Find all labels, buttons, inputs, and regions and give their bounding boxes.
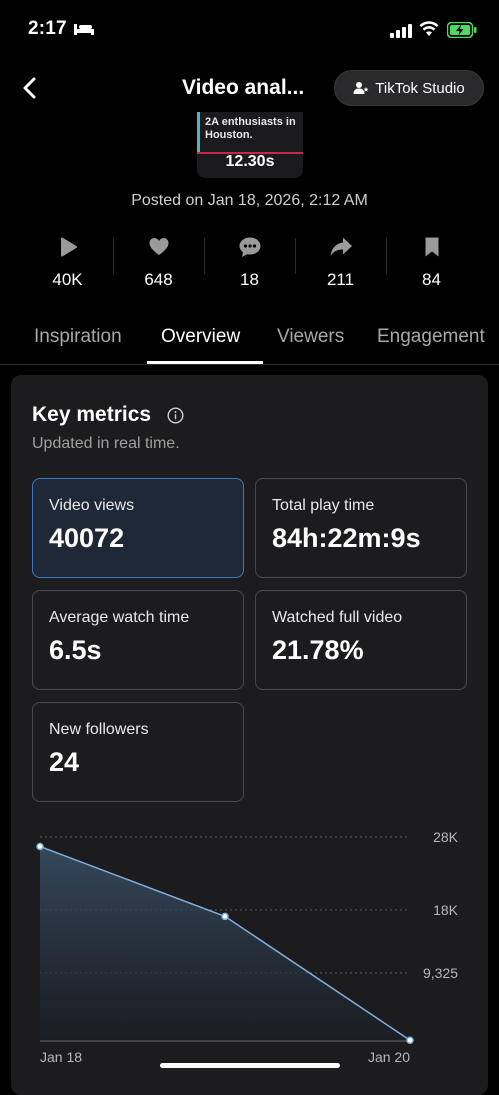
metric-label: Watched full video <box>272 609 403 626</box>
video-thumbnail[interactable]: 2A enthusiasts in Houston. 12.30s <box>197 112 303 178</box>
active-tab-indicator <box>147 361 263 364</box>
play-icon <box>60 237 77 257</box>
series-area <box>40 846 410 1041</box>
video-duration: 12.30s <box>225 153 275 170</box>
info-icon[interactable] <box>167 407 184 424</box>
stat-views-value: 40K <box>52 270 83 289</box>
thumbnail-caption: 2A enthusiasts in Houston. <box>205 116 296 141</box>
x-tick-label: Jan 18 <box>40 1049 82 1065</box>
tab-bar: Inspiration Overview Viewers Engagement <box>0 316 499 365</box>
stat-saves-value: 84 <box>422 270 441 289</box>
nav-bar: Video anal... TikTok Studio <box>0 62 499 114</box>
key-metrics-card: Key metrics Updated in real time. Video … <box>11 375 488 1095</box>
studio-user-icon <box>353 82 369 94</box>
stat-comments: 18 <box>204 232 295 294</box>
home-indicator <box>160 1063 340 1068</box>
back-button[interactable] <box>14 72 46 104</box>
bookmark-icon <box>425 237 438 257</box>
y-tick-label: 28K <box>433 829 459 845</box>
comment-icon <box>239 237 260 257</box>
heart-icon <box>149 238 168 255</box>
y-tick-label: 18K <box>433 902 459 918</box>
data-point <box>406 1036 414 1045</box>
metric-value: 6.5s <box>49 635 102 665</box>
chevron-left-icon <box>23 77 36 99</box>
thumbnail-accent <box>197 112 200 152</box>
x-tick-label: Jan 20 <box>368 1049 410 1065</box>
views-chart: 28K 18K 9,325 Jan 18 Jan 20 <box>36 829 459 1065</box>
metric-value: 84h:22m:9s <box>272 523 421 553</box>
share-icon <box>330 237 352 256</box>
battery-charging-icon <box>447 22 477 38</box>
stat-saves: 84 <box>386 232 477 294</box>
stat-views: 40K <box>22 232 113 294</box>
metric-label: Average watch time <box>49 609 190 626</box>
data-point <box>221 912 229 921</box>
metric-label: New followers <box>49 721 149 738</box>
metric-value: 24 <box>49 747 80 777</box>
metric-total-play-time[interactable]: Total play time 84h:22m:9s <box>255 478 467 578</box>
metric-video-views[interactable]: Video views 40072 <box>32 478 244 578</box>
y-tick-label: 9,325 <box>423 965 458 981</box>
stat-comments-value: 18 <box>240 270 259 289</box>
status-bar: 2:17 <box>0 0 499 60</box>
stat-likes-value: 648 <box>144 270 173 289</box>
tiktok-studio-label: TikTok Studio <box>375 79 465 97</box>
metric-label: Video views <box>49 497 135 514</box>
metric-label: Total play time <box>272 497 375 514</box>
tiktok-studio-button[interactable]: TikTok Studio <box>334 70 484 106</box>
video-stats: 40K 648 18 211 84 <box>22 232 477 294</box>
metric-value: 40072 <box>49 523 125 553</box>
stat-shares-value: 211 <box>326 270 355 289</box>
tab-overview[interactable]: Overview <box>161 326 240 348</box>
key-metrics-title: Key metrics <box>32 403 152 426</box>
stat-shares: 211 <box>295 232 386 294</box>
data-point <box>36 842 44 851</box>
tab-inspiration[interactable]: Inspiration <box>34 326 122 348</box>
tab-viewers[interactable]: Viewers <box>277 326 344 348</box>
stat-likes: 648 <box>113 232 204 294</box>
cellular-signal-icon <box>390 24 412 38</box>
status-time: 2:17 <box>28 18 67 39</box>
metric-average-watch-time[interactable]: Average watch time 6.5s <box>32 590 244 690</box>
posted-date: Posted on Jan 18, 2026, 2:12 AM <box>131 192 368 209</box>
key-metrics-subtitle: Updated in real time. <box>32 435 180 452</box>
sleep-focus-icon <box>74 24 94 35</box>
metric-value: 21.78% <box>272 635 364 665</box>
tab-engagement[interactable]: Engagement <box>377 326 485 348</box>
metric-new-followers[interactable]: New followers 24 <box>32 702 244 802</box>
wifi-icon <box>419 21 439 36</box>
page-title: Video anal... <box>182 76 305 99</box>
metric-watched-full-video[interactable]: Watched full video 21.78% <box>255 590 467 690</box>
